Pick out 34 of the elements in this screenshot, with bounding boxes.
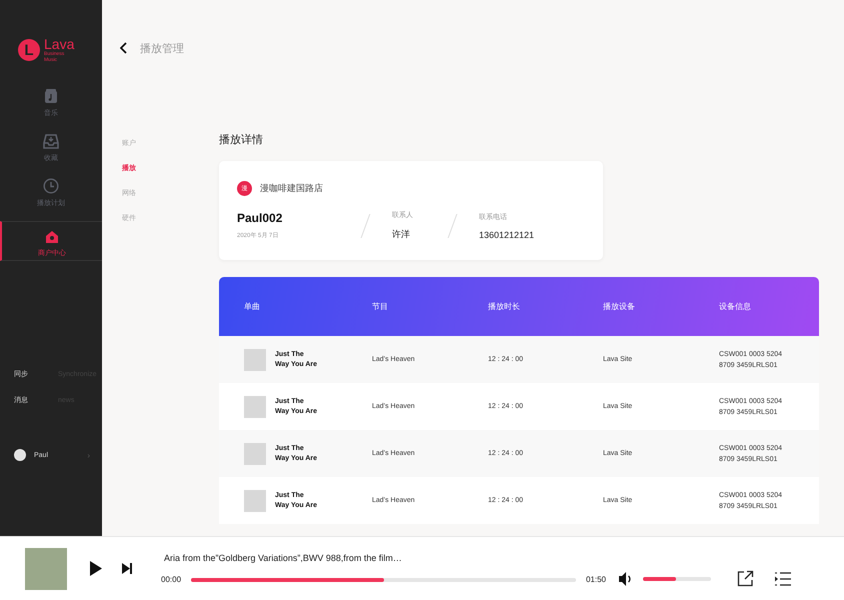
avatar-circle — [14, 449, 26, 461]
field-value: 许洋 — [392, 228, 411, 241]
play-icon[interactable] — [89, 560, 103, 577]
volume-icon[interactable] — [618, 570, 631, 586]
column-header: 设备信息 — [719, 301, 752, 312]
cover-placeholder — [244, 348, 266, 370]
page-title: 播放管理 — [140, 42, 184, 56]
elapsed-time: 00:00 — [161, 575, 182, 584]
cover-placeholder — [244, 396, 266, 418]
cover-placeholder — [244, 490, 266, 512]
progress-bar[interactable] — [191, 578, 576, 582]
share-icon[interactable] — [737, 570, 754, 587]
account-name: Paul002 — [237, 211, 284, 225]
track-title: Aria from the”Goldberg Variations”,BWV 988,from the film… — [164, 553, 403, 563]
album-art-placeholder — [25, 548, 67, 590]
store-name: 漫咖啡建国路店 — [260, 182, 323, 195]
column-header: 单曲 — [244, 301, 261, 312]
field-value: 13601212121 — [479, 230, 536, 240]
music-note-icon — [44, 88, 58, 104]
house-icon — [45, 230, 59, 244]
logo-mark: L — [18, 39, 40, 61]
clock-icon — [43, 178, 59, 194]
total-time: 01:50 — [586, 575, 606, 584]
tray-icon — [43, 133, 59, 149]
column-header: 播放设备 — [603, 301, 636, 312]
chevron-icon[interactable]: › — [87, 450, 90, 460]
cover-placeholder — [244, 442, 266, 464]
logo-name: Lava — [44, 37, 74, 51]
column-header: 播放时长 — [488, 301, 521, 312]
column-header: 节目 — [372, 301, 389, 312]
section-title: 播放详情 — [219, 133, 264, 147]
playlist-icon[interactable] — [774, 570, 792, 586]
volume-slider[interactable] — [643, 576, 711, 580]
skip-next-icon[interactable] — [121, 562, 132, 575]
